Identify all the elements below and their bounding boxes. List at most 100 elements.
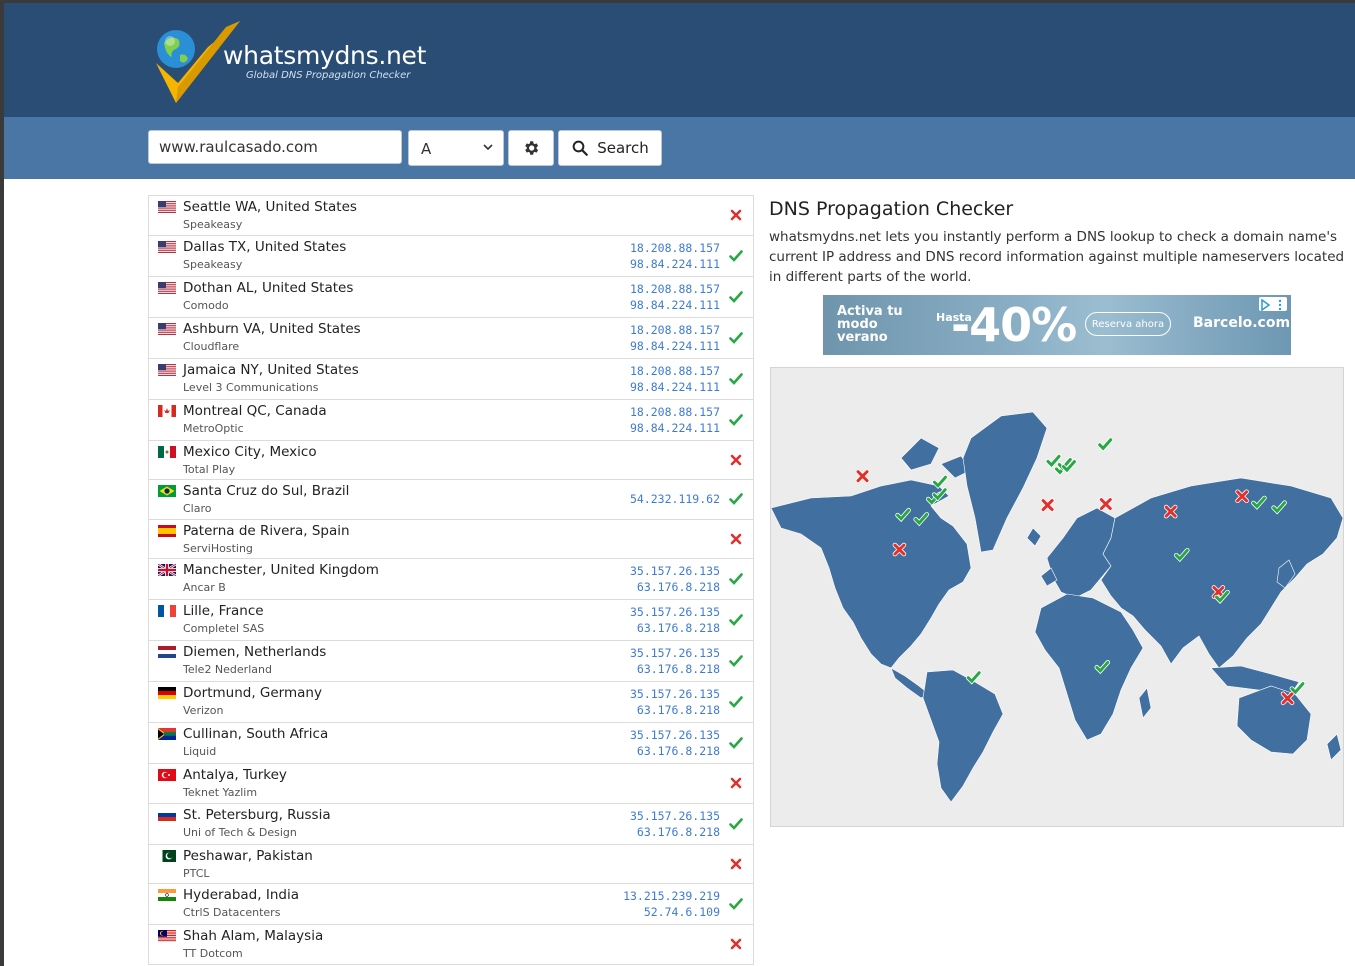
result-ip-list: 35.157.26.135 63.176.8.218 (630, 808, 720, 840)
result-location: Jamaica NY, United States (183, 361, 359, 378)
result-location: Santa Cruz do Sul, Brazil (183, 483, 350, 499)
result-provider: MetroOptic (183, 421, 244, 435)
result-provider: Completel SAS (183, 622, 265, 635)
result-ip[interactable]: 18.208.88.157 (630, 281, 720, 297)
result-ip[interactable]: 98.84.224.111 (630, 379, 720, 395)
result-ip[interactable]: 63.176.8.218 (630, 743, 720, 759)
result-ip[interactable]: 35.157.26.135 (630, 604, 720, 620)
result-ip-list: 35.157.26.135 63.176.8.218 (630, 727, 720, 759)
ad-headline: Activa tu modo verano (837, 304, 903, 345)
check-icon (729, 655, 743, 667)
flag-nl-icon (158, 646, 176, 658)
page-description: whatsmydns.net lets you instantly perfor… (769, 229, 1345, 285)
result-location: Hyderabad, India (183, 887, 299, 903)
result-ip[interactable]: 18.208.88.157 (630, 240, 720, 256)
flag-tr-icon (158, 769, 176, 781)
result-ip[interactable]: 63.176.8.218 (630, 702, 720, 718)
result-row: Dothan AL, United States Comodo 18.208.88.… (149, 277, 753, 318)
result-ip[interactable]: 18.208.88.157 (630, 322, 720, 338)
result-ip[interactable]: 35.157.26.135 (630, 808, 720, 824)
result-ip[interactable]: 63.176.8.218 (630, 579, 720, 595)
result-provider: Teknet Yazlim (183, 786, 258, 799)
map-check-marker[interactable] (1097, 437, 1113, 452)
check-icon (729, 614, 743, 626)
result-ip[interactable]: 63.176.8.218 (630, 824, 720, 840)
ad-cta-button[interactable]: Reserva ahora (1085, 312, 1171, 336)
check-icon (729, 331, 743, 344)
check-icon (729, 573, 743, 585)
result-provider: Total Play (183, 462, 236, 476)
result-location: Diemen, Netherlands (183, 644, 327, 660)
adchoices-icon[interactable] (1259, 297, 1287, 312)
result-provider: Uni of Tech & Design (183, 825, 297, 839)
search-icon (572, 140, 589, 156)
result-ip-list: 35.157.26.135 63.176.8.218 (630, 645, 720, 677)
map-check-marker[interactable] (965, 670, 982, 685)
result-row: Mexico City, Mexico Total Play (149, 441, 753, 480)
result-row: Diemen, Netherlands Tele2 Nederland 35.157… (149, 641, 753, 682)
brand-tagline: Global DNS Propagation Checker (246, 70, 411, 81)
map-cross-marker[interactable] (1235, 489, 1249, 504)
result-row: Montreal QC, Canada MetroOptic 18.208.88.1… (149, 400, 753, 441)
result-ip[interactable]: 52.74.6.109 (623, 904, 720, 920)
result-location: Dortmund, Germany (183, 685, 322, 701)
search-button-label: Search (597, 139, 649, 157)
result-ip[interactable]: 13.215.239.219 (623, 888, 720, 904)
result-ip-list: 18.208.88.157 98.84.224.111 (630, 281, 720, 313)
flag-us-icon (158, 240, 176, 253)
result-ip-list: 18.208.88.157 98.84.224.111 (630, 322, 720, 354)
settings-button[interactable] (508, 130, 554, 166)
map-cross-marker[interactable] (1280, 691, 1295, 706)
result-row: Hyderabad, India CtrlS Datacenters 13.215.… (149, 884, 753, 925)
result-ip[interactable]: 18.208.88.157 (630, 404, 720, 420)
flag-my-icon (158, 930, 176, 942)
result-row: Paterna de Rivera, Spain ServiHosting (149, 520, 753, 559)
result-ip-list: 13.215.239.219 52.74.6.109 (623, 888, 720, 920)
map-cross-marker[interactable] (1040, 498, 1055, 512)
result-ip[interactable]: 98.84.224.111 (630, 297, 720, 313)
result-row: St. Petersburg, Russia Uni of Tech & Desi… (149, 804, 753, 845)
result-location: Ashburn VA, United States (183, 320, 361, 337)
flag-us-icon (158, 322, 176, 335)
result-row: Shah Alam, Malaysia TT Dotcom (149, 925, 753, 965)
search-button[interactable]: Search (558, 130, 662, 166)
page-title: DNS Propagation Checker (769, 198, 1014, 220)
domain-input[interactable] (148, 130, 402, 164)
map-cross-marker[interactable] (855, 469, 870, 484)
result-ip[interactable]: 35.157.26.135 (630, 645, 720, 661)
check-icon (729, 696, 743, 708)
result-ip[interactable]: 18.208.88.157 (630, 363, 720, 379)
chevron-down-icon (483, 144, 493, 151)
record-type-select[interactable]: A (408, 130, 504, 166)
result-provider: Cloudflare (183, 339, 240, 353)
result-row: Lille, France Completel SAS 35.157.26.135 6… (149, 600, 753, 641)
result-provider: TT Dotcom (183, 947, 243, 960)
check-icon (729, 413, 743, 426)
result-ip-list: 35.157.26.135 63.176.8.218 (630, 563, 720, 595)
result-ip[interactable]: 98.84.224.111 (630, 256, 720, 272)
result-ip[interactable]: 35.157.26.135 (630, 727, 720, 743)
result-ip[interactable]: 63.176.8.218 (630, 620, 720, 636)
map-cross-marker[interactable] (1211, 585, 1226, 599)
result-ip[interactable]: 98.84.224.111 (630, 420, 720, 436)
result-ip[interactable]: 35.157.26.135 (630, 686, 720, 702)
map-cross-marker[interactable] (1163, 504, 1178, 519)
map-cross-marker[interactable] (892, 542, 907, 557)
check-icon (729, 817, 743, 830)
result-provider: Level 3 Communications (183, 380, 319, 394)
result-location: Shah Alam, Malaysia (183, 928, 324, 944)
cross-icon (730, 533, 742, 545)
result-location: Manchester, United Kingdom (183, 562, 379, 578)
result-ip-list: 54.232.119.62 (630, 491, 720, 507)
result-ip[interactable]: 63.176.8.218 (630, 661, 720, 677)
result-provider: Verizon (183, 704, 224, 717)
result-provider: Claro (183, 502, 212, 515)
result-ip[interactable]: 98.84.224.111 (630, 338, 720, 354)
result-ip[interactable]: 54.232.119.62 (630, 491, 720, 507)
result-ip[interactable]: 35.157.26.135 (630, 563, 720, 579)
map-check-marker[interactable] (932, 474, 948, 490)
flag-br-icon (158, 485, 176, 497)
map-cross-marker[interactable] (1099, 497, 1113, 511)
flag-za-icon (158, 728, 176, 740)
advertisement-banner[interactable]: Activa tu modo verano Hasta -40% Reserva… (823, 295, 1291, 355)
